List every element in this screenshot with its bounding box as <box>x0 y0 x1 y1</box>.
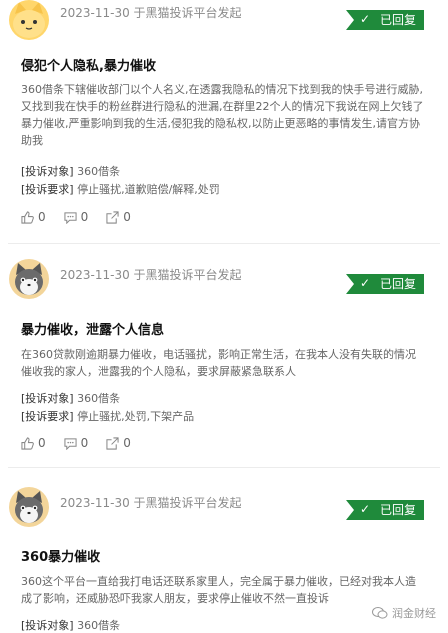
status-badge: ✓ 已回复 <box>346 10 424 30</box>
comment-count: 0 <box>80 210 89 224</box>
watermark-text: 润金财经 <box>392 607 436 620</box>
target-value: 360借条 <box>77 619 121 632</box>
target-label: [投诉对象] <box>21 165 74 178</box>
request-label: [投诉要求] <box>21 410 74 423</box>
yellow-cat-avatar-icon <box>9 0 49 40</box>
avatar <box>9 259 49 299</box>
check-icon: ✓ <box>360 12 371 26</box>
complaint-target: [投诉对象] 360借条 <box>21 617 120 633</box>
request-value: 停止骚扰,道歉赔偿/解释,处罚 <box>77 183 220 196</box>
like-button[interactable]: 0 <box>21 210 46 224</box>
complaint-title[interactable]: 360暴力催收 <box>21 546 100 565</box>
share-count: 0 <box>123 210 131 224</box>
share-button[interactable]: 0 <box>106 436 131 450</box>
complaint-body: 360这个平台一直给我打电话还联系家里人，完全属于暴力催收，已经对我本人造成了影… <box>21 575 416 605</box>
complaint-meta: 2023-11-30 于黑猫投诉平台发起 <box>60 496 242 510</box>
gray-cat-avatar-icon <box>9 487 49 527</box>
badge-notch <box>346 10 354 30</box>
comment-button[interactable]: 0 <box>64 210 89 224</box>
status-label: 已回复 <box>379 503 416 517</box>
target-label: [投诉对象] <box>21 392 74 405</box>
complaint-meta: 2023-11-30 于黑猫投诉平台发起 <box>60 268 242 282</box>
target-value: 360借条 <box>77 165 121 178</box>
share-icon <box>106 436 119 450</box>
gray-cat-avatar-icon <box>9 259 49 299</box>
thumbs-up-icon <box>21 210 34 224</box>
status-badge: ✓ 已回复 <box>346 500 424 520</box>
target-value: 360借条 <box>77 392 121 405</box>
complaint-meta: 2023-11-30 于黑猫投诉平台发起 <box>60 6 242 20</box>
complaint-target: [投诉对象] 360借条 <box>21 390 120 406</box>
thumbs-up-icon <box>21 436 34 450</box>
complaint-body: 360借条下辖催收部门以个人名义,在透露我隐私的情况下找到我的快手号进行威胁,又… <box>21 83 424 147</box>
like-button[interactable]: 0 <box>21 436 46 450</box>
badge-notch <box>346 500 354 520</box>
target-label: [投诉对象] <box>21 619 74 632</box>
comment-count: 0 <box>80 436 89 450</box>
card-actions: 0 0 0 <box>21 210 131 224</box>
request-label: [投诉要求] <box>21 183 74 196</box>
card-actions: 0 0 0 <box>21 436 131 450</box>
comment-icon <box>64 437 77 450</box>
wechat-icon <box>372 607 388 619</box>
complaint-request: [投诉要求] 停止骚扰,道歉赔偿/解释,处罚 <box>21 181 220 197</box>
check-icon: ✓ <box>360 502 371 516</box>
comment-button[interactable]: 0 <box>64 436 89 450</box>
comment-icon <box>64 211 77 224</box>
like-count: 0 <box>38 210 46 224</box>
share-icon <box>106 210 119 224</box>
like-count: 0 <box>38 436 46 450</box>
complaint-target: [投诉对象] 360借条 <box>21 163 120 179</box>
complaint-title[interactable]: 侵犯个人隐私,暴力催收 <box>21 55 156 74</box>
status-label: 已回复 <box>379 277 416 291</box>
check-icon: ✓ <box>360 276 371 290</box>
divider <box>8 243 440 244</box>
complaint-body: 在360贷款刚逾期暴力催收，电话骚扰，影响正常生活，在我本人没有失联的情况催收我… <box>21 348 416 378</box>
complaint-title[interactable]: 暴力催收，泄露个人信息 <box>21 319 164 338</box>
share-count: 0 <box>123 436 131 450</box>
watermark: 润金财经 <box>372 605 436 621</box>
badge-notch <box>346 274 354 294</box>
divider <box>8 467 440 468</box>
share-button[interactable]: 0 <box>106 210 131 224</box>
complaint-request: [投诉要求] 停止骚扰,处罚,下架产品 <box>21 408 194 424</box>
avatar <box>9 0 49 40</box>
request-value: 停止骚扰,处罚,下架产品 <box>77 410 195 423</box>
status-label: 已回复 <box>379 13 416 27</box>
avatar <box>9 487 49 527</box>
status-badge: ✓ 已回复 <box>346 274 424 294</box>
